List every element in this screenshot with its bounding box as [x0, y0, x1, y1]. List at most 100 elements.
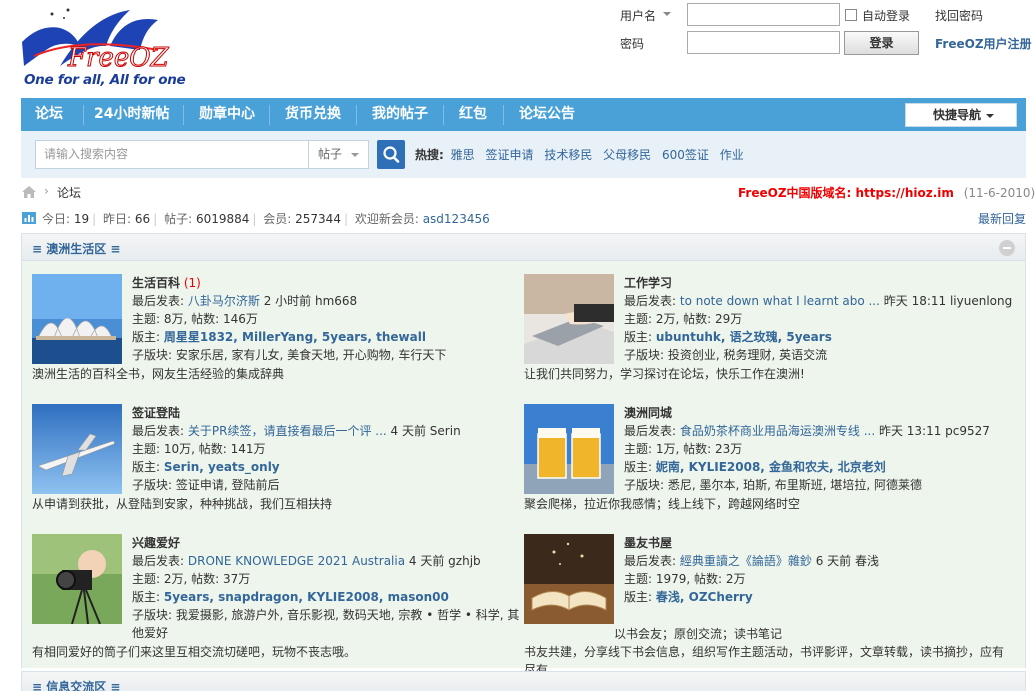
subforums[interactable]: 安家乐居, 家有儿女, 美食天地, 开心购物, 车行天下 [176, 348, 447, 362]
forum-icon-beer[interactable] [524, 404, 614, 494]
password-label: 密码 [620, 37, 645, 51]
last-post-label: 最后发表: [624, 424, 677, 438]
forum-description: 从申请到获批，从登陆到安家，种种挑战，我们互相扶持 [32, 497, 333, 511]
nav-item-forum[interactable]: 论坛 [35, 98, 63, 131]
register-link[interactable]: FreeOZ用户注册 [935, 35, 1032, 52]
last-post-label: 最后发表: [624, 554, 677, 568]
moderators-label: 版主: [132, 330, 161, 344]
hot-search-term[interactable]: 雅思 [451, 148, 475, 162]
latest-replies-link[interactable]: 最新回复 [978, 210, 1026, 227]
subforums-label: 子版块: [132, 478, 173, 492]
forum-name[interactable]: 签证登陆 [132, 406, 180, 420]
last-post-meta: 4 天前 gzhjb [408, 554, 481, 568]
forum-description: 让我们共同努力，学习探讨在论坛，快乐工作在澳洲! [524, 367, 805, 381]
moderators[interactable]: 周星星1832, MillerYang, 5years, thewall [164, 330, 426, 344]
domain-notice-text[interactable]: FreeOZ中国版域名: https://hioz.im [738, 186, 954, 200]
login-form: 用户名 自动登录 找回密码 密码 登录 FreeOZ用户注册 [620, 2, 1035, 62]
forum-icon-airplane[interactable] [32, 404, 122, 494]
moderators-label: 版主: [132, 460, 161, 474]
quick-nav-button[interactable]: 快捷导航 [905, 103, 1017, 127]
password-input[interactable] [687, 31, 840, 54]
newest-member-link[interactable]: asd123456 [423, 212, 490, 226]
home-icon[interactable] [22, 186, 36, 198]
moderators[interactable]: 5years, snapdragon, KYLIE2008, mason00 [164, 590, 449, 604]
forum-description: 聚会爬梯，拉近你我感情；线上线下，跨越网络时空 [524, 497, 801, 511]
auto-login-label: 自动登录 [862, 9, 911, 23]
search-input[interactable]: 请输入搜索内容 [35, 140, 309, 169]
nav-item-announcements[interactable]: 论坛公告 [519, 98, 575, 131]
forum-icon-camera[interactable] [32, 534, 122, 624]
last-post-label: 最后发表: [132, 554, 185, 568]
main-nav: 论坛 24小时新帖 勋章中心 货币兑换 我的帖子 红包 论坛公告 [21, 98, 1026, 131]
moderators[interactable]: Serin, yeats_only [164, 460, 280, 474]
nav-item-medals[interactable]: 勋章中心 [199, 98, 255, 131]
forum-icon-opera-house[interactable] [32, 274, 122, 364]
login-button[interactable]: 登录 [844, 31, 919, 55]
last-post-title[interactable]: DRONE KNOWLEDGE 2021 Australia [188, 554, 405, 568]
nav-divider [183, 105, 184, 125]
nav-item-currency[interactable]: 货币兑换 [285, 98, 341, 131]
yesterday-label: 昨日: [103, 212, 132, 226]
subforums[interactable]: 我爱摄影, 旅游户外, 音乐影视, 数码天地, 宗教 • 哲学 • 科学, 其他… [132, 608, 519, 640]
last-post-title[interactable]: 食品奶茶杯商业用品海运澳洲专线 ... [680, 424, 875, 438]
last-post-label: 最后发表: [132, 424, 185, 438]
last-post-title[interactable]: to note down what I learnt abo ... [680, 294, 880, 308]
hot-search-term[interactable]: 签证申请 [485, 148, 533, 162]
last-post-title[interactable]: 經典重讀之《論語》雜鈔 [680, 554, 812, 568]
breadcrumb-separator: › [44, 184, 49, 198]
forum-icon-book[interactable] [524, 534, 614, 624]
forum-name[interactable]: 工作学习 [624, 276, 672, 290]
hot-search-term[interactable]: 600签证 [662, 148, 709, 162]
section-title[interactable]: ≡ 信息交流区 ≡ [32, 678, 120, 691]
moderators-label: 版主: [624, 330, 653, 344]
breadcrumb-current[interactable]: 论坛 [57, 184, 81, 201]
moderators[interactable]: 妮南, KYLIE2008, 金鱼和农夫, 北京老刘 [656, 460, 886, 474]
auto-login-checkbox[interactable] [845, 9, 857, 21]
hot-search-term[interactable]: 作业 [720, 148, 744, 162]
moderators[interactable]: ubuntuhk, 语之玫瑰, 5years [656, 330, 832, 344]
last-post-title[interactable]: 关于PR续签，请直接看最后一个评 ... [188, 424, 387, 438]
domain-notice: FreeOZ中国版域名: https://hioz.im (11-6-2010) [738, 184, 1035, 201]
nav-item-my-posts[interactable]: 我的帖子 [372, 98, 428, 131]
username-input[interactable] [687, 3, 840, 26]
nav-divider [503, 105, 504, 125]
bar-chart-icon [22, 212, 36, 224]
posts-count: 6019884 [195, 212, 250, 226]
today-count: 19 [73, 212, 90, 226]
hot-search-label: 热搜: [415, 148, 444, 162]
forum-icon-laptop[interactable] [524, 274, 614, 364]
subforums[interactable]: 签证申请, 登陆前后 [176, 478, 280, 492]
section-title[interactable]: ≡ 澳洲生活区 ≡ [32, 240, 120, 257]
subforums-label: 子版块: [624, 478, 665, 492]
search-type-select[interactable]: 帖子 [308, 140, 369, 169]
logo-slogan: One for all, All for one [24, 72, 186, 88]
nav-item-red-packet[interactable]: 红包 [459, 98, 487, 131]
forum-name[interactable]: 澳洲同城 [624, 406, 672, 420]
forum-name[interactable]: 兴趣爱好 [132, 536, 180, 550]
forum-subforums-text[interactable]: 以书会友；原创交流；读书笔记 [614, 625, 782, 643]
chevron-down-icon[interactable] [663, 12, 671, 16]
collapse-icon[interactable] [999, 240, 1015, 256]
forum-counts: 主题: 1979, 帖数: 2万 [624, 572, 746, 586]
domain-notice-date: (11-6-2010) [963, 186, 1035, 200]
site-logo[interactable]: FreeOZ One for all, All for one [20, 6, 186, 92]
forgot-password-link[interactable]: 找回密码 [935, 7, 983, 24]
search-button[interactable] [377, 140, 405, 169]
chevron-down-icon [986, 114, 994, 118]
hot-search-term[interactable]: 技术移民 [544, 148, 592, 162]
last-post-meta: 4 天前 Serin [390, 424, 461, 438]
username-label: 用户名 [620, 9, 657, 23]
hot-search-term[interactable]: 父母移民 [603, 148, 651, 162]
members-count: 257344 [295, 212, 341, 226]
moderators[interactable]: 春浅, OZCherry [656, 590, 753, 604]
last-post-meta: 6 天前 春浅 [815, 554, 879, 568]
nav-divider [443, 105, 444, 125]
nav-item-24h-new[interactable]: 24小时新帖 [94, 98, 169, 131]
last-post-title[interactable]: 八卦马尔济斯 [188, 294, 260, 308]
last-post-meta: 2 小时前 hm668 [263, 294, 358, 308]
forum-name[interactable]: 生活百科 [132, 276, 180, 290]
new-post-count: (1) [183, 276, 201, 290]
subforums[interactable]: 悉尼, 墨尔本, 珀斯, 布里斯班, 堪培拉, 阿德莱德 [668, 478, 922, 492]
forum-name[interactable]: 墨友书屋 [624, 536, 672, 550]
subforums[interactable]: 投资创业, 税务理财, 英语交流 [668, 348, 827, 362]
